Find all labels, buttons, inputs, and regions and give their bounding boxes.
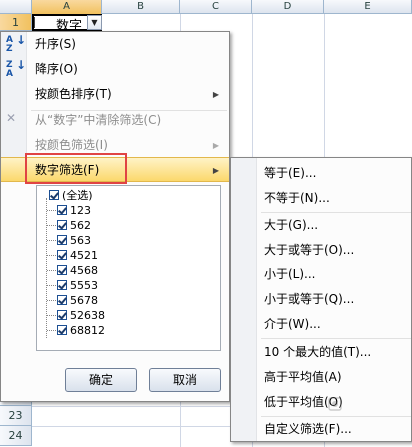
checkbox-checked-icon[interactable] [57, 235, 67, 245]
checklist-item[interactable]: 68812 [47, 323, 105, 338]
submenu-item-top10[interactable]: 10 个最大的值(T)... [231, 340, 411, 364]
submenu-item-greater-eq[interactable]: 大于或等于(O)... [231, 238, 411, 262]
checklist-item[interactable]: 52638 [47, 308, 105, 323]
menu-item-sort-asc[interactable]: A Z ↓ 升序(S) [1, 32, 229, 57]
menu-item-label: 降序(O) [35, 62, 78, 76]
menu-item-label: 按颜色筛选(I) [35, 138, 108, 152]
menu-item-sort-desc[interactable]: Z A ↓ 降序(O) [1, 57, 229, 82]
menu-item-filter-color[interactable]: 按颜色筛选(I) ▶ [1, 133, 229, 158]
checklist-item[interactable]: 4568 [47, 263, 98, 278]
chevron-right-icon: ▶ [212, 166, 219, 175]
menu-item-label: 从“数字”中清除筛选(C) [35, 113, 162, 127]
menu-item-label: 升序(S) [35, 37, 76, 51]
row-header-1[interactable]: 1 [0, 14, 32, 31]
checklist-item[interactable]: 563 [47, 233, 91, 248]
checklist-item[interactable]: 562 [47, 218, 91, 233]
sort-asc-icon: A Z ↓ [6, 33, 27, 54]
submenu-item-above-avg[interactable]: 高于平均值(A) [231, 365, 411, 389]
ok-button[interactable]: 确定 [65, 368, 137, 392]
checklist-item[interactable]: 5553 [47, 278, 98, 293]
submenu-item-not-equals[interactable]: 不等于(N)... [231, 186, 411, 210]
menu-item-sort-color[interactable]: 按颜色排序(T) ▶ [1, 82, 229, 107]
checklist-item[interactable]: 123 [47, 203, 91, 218]
checkbox-checked-icon[interactable] [49, 190, 59, 200]
checkbox-checked-icon[interactable] [57, 205, 67, 215]
column-header-e[interactable]: E [324, 0, 412, 14]
menu-item-label: 数字筛选(F) [35, 163, 100, 177]
checkbox-checked-icon[interactable] [57, 280, 67, 290]
autofilter-menu: A Z ↓ 升序(S) Z A ↓ 降序(O) 按颜色排序(T) ▶ ✕ 从“数字”中清… [0, 31, 230, 402]
column-header-d[interactable]: D [252, 0, 324, 14]
menu-separator [261, 338, 411, 339]
checkbox-checked-icon[interactable] [57, 310, 67, 320]
watermark-logo [328, 397, 342, 411]
checkbox-checked-icon[interactable] [57, 220, 67, 230]
checklist-item-select-all[interactable]: (全选) [49, 188, 93, 203]
clear-filter-icon: ✕ [6, 111, 17, 125]
submenu-item-equals[interactable]: 等于(E)... [231, 161, 411, 185]
sort-desc-icon: Z A ↓ [6, 58, 27, 79]
submenu-item-less[interactable]: 小于(L)... [231, 262, 411, 286]
submenu-item-between[interactable]: 介于(W)... [231, 312, 411, 336]
chevron-right-icon: ▶ [212, 141, 219, 150]
cancel-button[interactable]: 取消 [149, 368, 221, 392]
submenu-item-less-eq[interactable]: 小于或等于(Q)... [231, 287, 411, 311]
checkbox-checked-icon[interactable] [57, 265, 67, 275]
column-header-c[interactable]: C [180, 0, 252, 14]
tree-line [46, 198, 47, 338]
checklist-item[interactable]: 4521 [47, 248, 98, 263]
menu-item-label: 按颜色排序(T) [35, 87, 112, 101]
menu-item-clear-filter[interactable]: ✕ 从“数字”中清除筛选(C) [1, 108, 229, 133]
column-header-a[interactable]: A [32, 0, 102, 14]
column-header-b[interactable]: B [102, 0, 180, 14]
row-header-23[interactable]: 23 [0, 406, 32, 426]
checkbox-checked-icon[interactable] [57, 325, 67, 335]
dropdown-arrow-icon[interactable]: ▼ [87, 15, 102, 30]
submenu-item-custom[interactable]: 自定义筛选(F)... [231, 417, 411, 441]
value-checklist[interactable]: (全选) 123 562 563 4521 4568 5553 5678 526… [36, 185, 221, 351]
chevron-right-icon: ▶ [212, 90, 219, 99]
column-header-bar: A B C D E [0, 0, 412, 14]
menu-item-number-filter[interactable]: 数字筛选(F) ▶ [1, 157, 229, 182]
checklist-item[interactable]: 5678 [47, 293, 98, 308]
checkbox-checked-icon[interactable] [57, 295, 67, 305]
select-all-corner[interactable] [0, 0, 32, 14]
checkbox-checked-icon[interactable] [57, 250, 67, 260]
fill-handle [34, 17, 37, 28]
submenu-item-greater[interactable]: 大于(G)... [231, 213, 411, 237]
row-header-24[interactable]: 24 [0, 426, 32, 446]
